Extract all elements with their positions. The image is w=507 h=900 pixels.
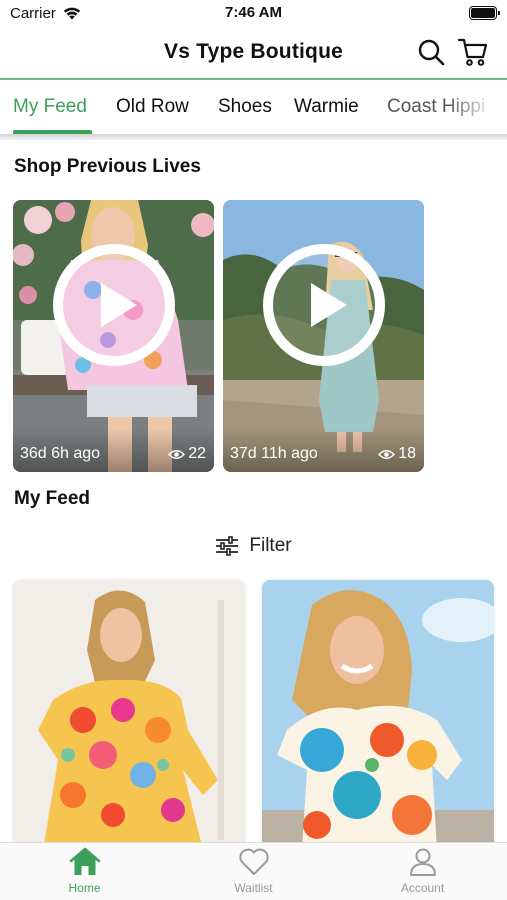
cart-button[interactable] bbox=[457, 36, 489, 68]
home-icon bbox=[69, 847, 100, 875]
category-tabs: My Feed Old Row Shoes Warmie Coast Hippi bbox=[0, 80, 507, 135]
play-icon bbox=[101, 283, 137, 327]
tab-waitlist[interactable]: Waitlist bbox=[169, 847, 338, 900]
search-button[interactable] bbox=[415, 36, 447, 68]
battery-icon bbox=[469, 6, 500, 20]
cart-icon bbox=[457, 38, 488, 66]
tab-waitlist-label: Waitlist bbox=[234, 881, 273, 895]
bottom-tab-bar: Home Waitlist Account bbox=[0, 842, 507, 900]
tab-old-row[interactable]: Old Row bbox=[116, 96, 189, 118]
filter-icon bbox=[216, 536, 239, 556]
eye-icon bbox=[168, 449, 186, 459]
tab-account-label: Account bbox=[400, 881, 445, 895]
product-card[interactable] bbox=[13, 580, 245, 850]
product-card[interactable] bbox=[262, 580, 494, 850]
tab-home[interactable]: Home bbox=[0, 847, 169, 900]
tab-my-feed[interactable]: My Feed bbox=[13, 96, 87, 118]
play-button[interactable] bbox=[263, 244, 385, 366]
feed-title: My Feed bbox=[14, 488, 91, 509]
live-view-count: 18 bbox=[398, 445, 416, 462]
tab-warmie[interactable]: Warmie bbox=[294, 96, 359, 118]
live-time-ago: 37d 11h ago bbox=[230, 445, 318, 462]
previous-lives-title: Shop Previous Lives bbox=[14, 156, 201, 177]
tab-coast-hippi[interactable]: Coast Hippi bbox=[387, 96, 485, 118]
filter-label: Filter bbox=[249, 535, 292, 556]
search-icon bbox=[418, 39, 445, 66]
play-button[interactable] bbox=[53, 244, 175, 366]
live-view-count: 22 bbox=[188, 445, 206, 462]
live-video-card[interactable]: 37d 11h ago 18 bbox=[223, 200, 424, 472]
heart-icon bbox=[238, 848, 269, 875]
status-time: 7:46 AM bbox=[225, 4, 282, 21]
tab-shoes[interactable]: Shoes bbox=[218, 96, 272, 118]
product-image bbox=[13, 580, 245, 850]
filter-button[interactable]: Filter bbox=[0, 530, 507, 562]
live-video-card[interactable]: 36d 6h ago 22 bbox=[13, 200, 214, 472]
tab-home-label: Home bbox=[68, 881, 101, 895]
app-header: Vs Type Boutique bbox=[0, 30, 507, 78]
play-icon bbox=[311, 283, 347, 327]
status-bar: Carrier 7:46 AM bbox=[0, 0, 507, 28]
live-time-ago: 36d 6h ago bbox=[20, 445, 101, 462]
eye-icon bbox=[378, 449, 396, 459]
tab-account[interactable]: Account bbox=[338, 847, 507, 900]
user-icon bbox=[409, 848, 436, 876]
tabs-divider bbox=[0, 134, 507, 140]
product-image bbox=[262, 580, 494, 850]
